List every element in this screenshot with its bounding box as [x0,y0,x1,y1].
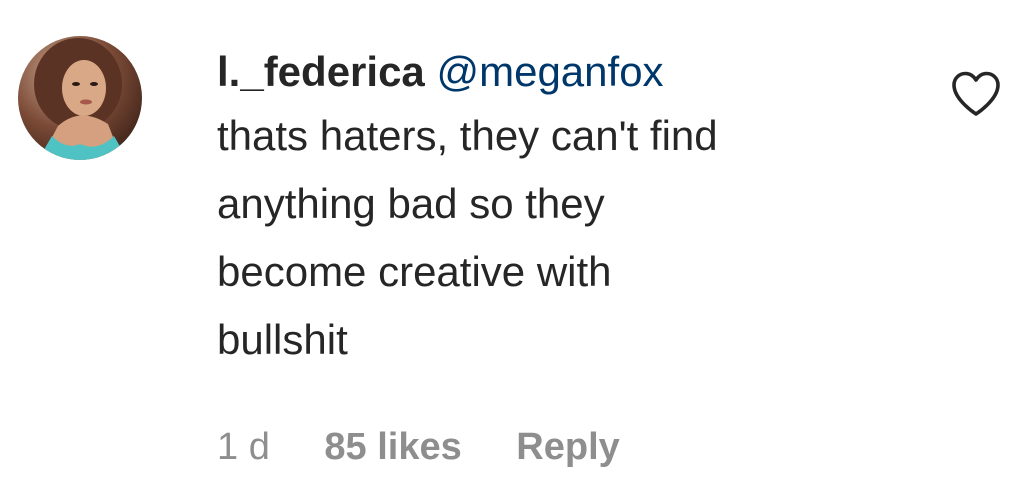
username-link[interactable]: l._federica [217,48,425,95]
comment-text: thats haters, they can't find anything b… [217,102,917,374]
comment-text-line: bullshit [217,316,348,363]
avatar-image [18,36,142,160]
like-button[interactable] [950,70,1002,118]
comment-body: l._federica @meganfox thats haters, they… [217,42,917,374]
reply-button[interactable]: Reply [516,426,619,468]
comment-text-line: become creative with [217,248,612,295]
likes-count-button[interactable]: 85 likes [324,426,461,468]
avatar[interactable] [18,36,142,160]
timestamp[interactable]: 1 d [217,426,270,468]
comment-text-line: thats haters, they can't find [217,112,718,159]
comment-header: l._federica @meganfox [217,42,917,102]
comment-meta: 1 d 85 likes Reply [217,420,664,474]
heart-outline-icon [952,71,1000,116]
comment-item: l._federica @meganfox thats haters, they… [0,0,1024,498]
comment-text-line: anything bad so they [217,180,605,227]
mention-link[interactable]: @meganfox [436,48,663,95]
